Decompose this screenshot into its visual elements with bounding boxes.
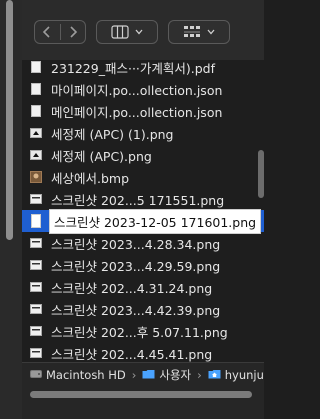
file-name: 세정제 (APC).png: [51, 148, 152, 164]
path-label: Macintosh HD: [46, 367, 126, 382]
file-name: 스크린샷 2023...4.28.34.png: [51, 236, 221, 252]
grid-group-icon: [183, 25, 201, 39]
group-by-button[interactable]: [168, 20, 230, 44]
file-name: 231229_패스···가계획서).pdf: [51, 60, 216, 76]
screenshot-icon: [30, 325, 42, 337]
file-name: 스크린샷 202...5 171551.png: [51, 192, 225, 208]
finder-window: 231229_패스···가계획서).pdf 마이페이지.po...ollecti…: [0, 0, 264, 419]
sidebar-scrollbar[interactable]: [6, 0, 13, 240]
list-item[interactable]: 세정제 (APC) (1).png: [22, 122, 264, 144]
file-name: 스크린샷 202...4.31.24.png: [51, 280, 213, 296]
list-item[interactable]: 스크린샷 2023...4.42.39.png: [22, 298, 264, 320]
json-icon: [30, 83, 42, 95]
path-bar: Macintosh HD › 사용자 › hyunjun: [22, 362, 264, 386]
path-label: hyunjun: [224, 367, 264, 382]
path-item-macintosh-hd[interactable]: Macintosh HD: [30, 368, 126, 382]
chevron-left-icon: [42, 23, 52, 42]
file-name: 세정제 (APC) (1).png: [51, 126, 174, 142]
list-item[interactable]: 스크린샷 2023...4.29.59.png: [22, 254, 264, 276]
list-item[interactable]: 메인페이지.po...ollection.json: [22, 100, 264, 122]
list-item[interactable]: 스크린샷 202...5 171551.png: [22, 188, 264, 210]
rename-field[interactable]: 스크린샷 2023-12-05 171601.png: [49, 208, 262, 234]
path-item-users[interactable]: 사용자: [142, 367, 191, 383]
file-name: 세상에서.bmp: [51, 170, 130, 186]
json-icon: [30, 105, 42, 117]
list-item[interactable]: 스크린샷 202...4.45.41.png: [22, 342, 264, 364]
folder-icon: [142, 368, 155, 382]
chevron-right-icon: [68, 23, 78, 42]
path-separator: ›: [131, 367, 137, 382]
screenshot-icon: [30, 281, 42, 293]
screenshot-icon: [30, 237, 42, 249]
list-item[interactable]: 231229_패스···가계획서).pdf: [22, 56, 264, 78]
list-item[interactable]: 세정제 (APC).png: [22, 144, 264, 166]
list-item-selected[interactable]: 스크린샷 2023-12-05 171601.png: [22, 208, 264, 234]
file-name: 스크린샷 202...후 5.07.11.png: [51, 324, 228, 340]
screenshot-icon: [30, 303, 42, 315]
file-list: 231229_패스···가계획서).pdf 마이페이지.po...ollecti…: [22, 60, 264, 362]
chevron-down-icon: [135, 29, 143, 35]
list-item[interactable]: 스크린샷 202...후 5.07.11.png: [22, 320, 264, 342]
home-folder-icon: [208, 368, 221, 382]
screenshot-icon: [30, 214, 42, 228]
list-item[interactable]: 마이페이지.po...ollection.json: [22, 78, 264, 100]
list-item[interactable]: 세상에서.bmp: [22, 166, 264, 188]
path-label: 사용자: [159, 367, 192, 382]
path-separator: ›: [197, 367, 202, 382]
chevron-down-icon: [207, 29, 215, 35]
view-mode-button[interactable]: [96, 20, 158, 44]
pdf-icon: [30, 61, 42, 73]
file-name: 스크린샷 202...4.45.41.png: [51, 346, 213, 362]
path-item-home[interactable]: hyunjun: [208, 368, 264, 382]
image-icon: [30, 127, 42, 139]
file-name: 스크린샷 2023...4.42.39.png: [51, 302, 221, 318]
list-item[interactable]: 스크린샷 202...4.31.24.png: [22, 276, 264, 298]
back-button[interactable]: [35, 23, 59, 41]
horizontal-scroll-track: [22, 386, 264, 419]
file-name: 마이페이지.po...ollection.json: [51, 82, 223, 98]
screenshot-icon: [30, 347, 42, 359]
hard-drive-icon: [30, 368, 42, 382]
list-scrollbar[interactable]: [258, 150, 264, 198]
screenshot-icon: [30, 193, 42, 205]
toolbar: [22, 0, 264, 60]
sidebar-strip: [0, 0, 22, 419]
file-name: 스크린샷 2023...4.29.59.png: [51, 258, 221, 274]
columns-view-icon: [111, 25, 129, 39]
horizontal-scrollbar[interactable]: [30, 391, 252, 398]
list-item[interactable]: 스크린샷 2023...4.28.34.png: [22, 232, 264, 254]
nav-buttons: [34, 20, 86, 44]
bottom-area: Macintosh HD › 사용자 › hyunjun: [22, 362, 264, 419]
bmp-icon: [30, 171, 42, 183]
file-name: 메인페이지.po...ollection.json: [51, 104, 223, 120]
forward-button[interactable]: [61, 23, 85, 41]
image-icon: [30, 149, 42, 161]
screenshot-icon: [30, 259, 42, 271]
